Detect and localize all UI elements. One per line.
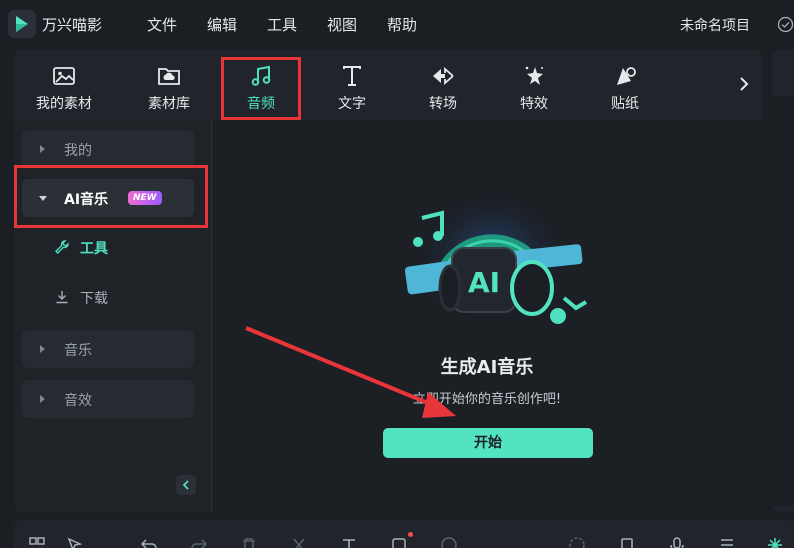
menu-edit[interactable]: 编辑 xyxy=(207,14,237,35)
transition-icon xyxy=(431,64,455,88)
image-icon xyxy=(52,64,76,88)
tab-label: 文字 xyxy=(338,96,366,112)
saved-check-icon xyxy=(777,16,794,33)
app-logo-icon xyxy=(8,10,36,38)
media-panel: 我的素材 素材库 音频 文字 转场 特效 贴纸 我的 AI音乐 NEW 工具 下… xyxy=(14,50,762,512)
render-icon[interactable] xyxy=(568,536,586,548)
collapse-sidebar-button[interactable] xyxy=(176,475,196,495)
menu-help[interactable]: 帮助 xyxy=(387,14,417,35)
menu-file[interactable]: 文件 xyxy=(147,14,177,35)
new-badge: NEW xyxy=(128,191,162,205)
marker-icon[interactable] xyxy=(618,536,636,548)
download-icon xyxy=(54,289,70,305)
sidebar-item-ai-music[interactable]: AI音乐 NEW xyxy=(22,179,194,217)
crop-icon[interactable] xyxy=(390,536,408,548)
delete-icon[interactable] xyxy=(240,536,258,548)
split-icon[interactable] xyxy=(290,536,308,548)
tab-effects[interactable]: 特效 xyxy=(494,58,574,118)
tab-text[interactable]: 文字 xyxy=(312,58,392,118)
tab-label: 我的素材 xyxy=(36,96,92,112)
sidebar-item-label: 我的 xyxy=(64,143,92,159)
ai-sparkle-icon[interactable] xyxy=(766,536,784,548)
list-icon[interactable] xyxy=(718,536,736,548)
sidebar-item-label: AI音乐 xyxy=(64,192,109,208)
chevron-right-icon[interactable] xyxy=(736,74,752,94)
sidebar-item-label: 音乐 xyxy=(64,343,92,359)
tab-library[interactable]: 素材库 xyxy=(129,58,209,118)
tab-label: 特效 xyxy=(520,96,548,112)
caret-right-icon xyxy=(40,145,45,153)
sidebar-item-music[interactable]: 音乐 xyxy=(22,330,194,368)
color-palette-icon[interactable] xyxy=(440,536,458,548)
layout-icon[interactable] xyxy=(28,536,46,548)
effects-icon xyxy=(522,64,546,88)
tab-audio[interactable]: 音频 xyxy=(221,58,301,118)
tab-sticker[interactable]: 贴纸 xyxy=(585,58,665,118)
caret-right-icon xyxy=(40,345,45,353)
art-label: AI xyxy=(468,266,500,299)
sidebar-sub-label: 下载 xyxy=(80,291,108,307)
timeline-toolbar xyxy=(14,520,794,548)
caret-down-icon xyxy=(39,196,47,201)
menu-view[interactable]: 视图 xyxy=(327,14,357,35)
sticker-icon xyxy=(613,64,637,88)
title-bar: 万兴喵影 文件 编辑 工具 视图 帮助 未命名项目 xyxy=(0,0,794,48)
menu-tools[interactable]: 工具 xyxy=(267,14,297,35)
chevron-left-icon xyxy=(182,480,189,490)
preview-panel xyxy=(772,50,794,512)
tab-my-media[interactable]: 我的素材 xyxy=(24,58,104,118)
add-text-icon[interactable] xyxy=(340,536,358,548)
caret-right-icon xyxy=(40,395,45,403)
tab-label: 素材库 xyxy=(148,96,190,112)
text-icon xyxy=(340,64,364,88)
annotation-arrow xyxy=(245,326,456,418)
ai-headphones-illustration: AI xyxy=(404,188,588,328)
redo-icon[interactable] xyxy=(190,536,208,548)
sidebar-sub-label: 工具 xyxy=(80,241,108,257)
select-cursor-icon[interactable] xyxy=(66,536,84,548)
music-note-icon xyxy=(249,64,273,88)
sidebar-item-sfx[interactable]: 音效 xyxy=(22,380,194,418)
sidebar-item-mine[interactable]: 我的 xyxy=(22,130,194,168)
preview-area xyxy=(772,96,794,506)
cloud-folder-icon xyxy=(157,64,181,88)
start-button[interactable]: 开始 xyxy=(383,428,593,458)
app-name: 万兴喵影 xyxy=(42,16,103,34)
tab-label: 音频 xyxy=(247,96,275,112)
wrench-icon xyxy=(54,239,70,255)
media-tabbar: 我的素材 素材库 音频 文字 转场 特效 贴纸 xyxy=(14,50,762,120)
tab-label: 贴纸 xyxy=(611,96,639,112)
audio-content: 我的 AI音乐 NEW 工具 下载 音乐 音效 AI 生成AI音乐 立即开始你的… xyxy=(14,120,762,512)
tab-transition[interactable]: 转场 xyxy=(403,58,483,118)
tab-label: 转场 xyxy=(429,96,457,112)
sidebar-item-label: 音效 xyxy=(64,393,92,409)
project-name[interactable]: 未命名项目 xyxy=(680,15,750,35)
microphone-icon[interactable] xyxy=(668,536,686,548)
record-indicator xyxy=(408,532,413,537)
audio-sidebar: 我的 AI音乐 NEW 工具 下载 音乐 音效 xyxy=(14,120,212,512)
undo-icon[interactable] xyxy=(140,536,158,548)
